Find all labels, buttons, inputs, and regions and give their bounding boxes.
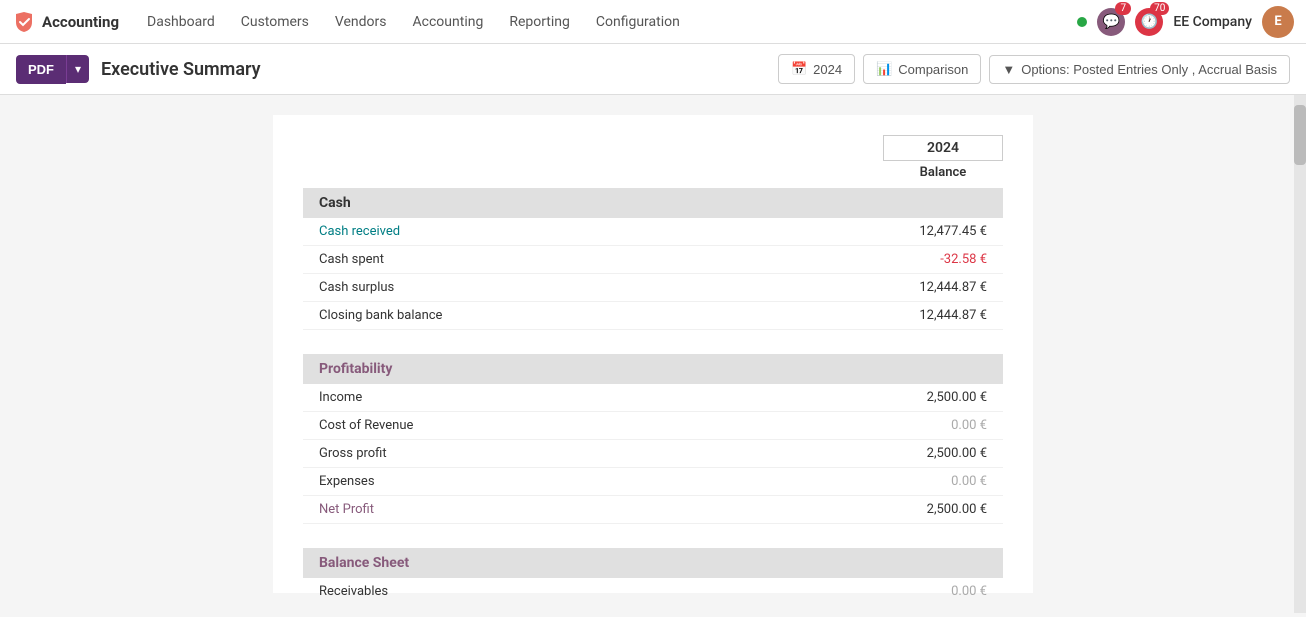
company-name: EE Company	[1173, 14, 1252, 30]
messages-icon-badge[interactable]: 💬 7	[1097, 8, 1125, 36]
navbar-right: 💬 7 🕐 70 EE Company E	[1077, 6, 1294, 38]
table-row: Cash received 12,477.45 €	[303, 218, 1003, 246]
balance-label: Balance	[883, 165, 1003, 180]
page-title: Executive Summary	[101, 59, 261, 80]
pdf-button[interactable]: PDF	[16, 55, 66, 84]
row-value-cash-received: 12,477.45 €	[867, 224, 987, 239]
options-button[interactable]: ▼ Options: Posted Entries Only , Accrual…	[989, 55, 1290, 84]
nav-item-customers[interactable]: Customers	[229, 6, 321, 38]
section-header-balance-sheet: Balance Sheet	[303, 548, 1003, 578]
row-label-net-profit[interactable]: Net Profit	[319, 502, 867, 517]
comparison-button[interactable]: 📊 Comparison	[863, 54, 981, 84]
todo-count: 70	[1150, 2, 1169, 15]
user-avatar[interactable]: E	[1262, 6, 1294, 38]
row-value-cash-spent: -32.58 €	[867, 252, 987, 267]
section-header-cash: Cash	[303, 188, 1003, 218]
options-label: Options: Posted Entries Only , Accrual B…	[1021, 62, 1277, 77]
row-value-cost-of-revenue: 0.00 €	[867, 418, 987, 433]
row-label-income: Income	[319, 390, 867, 405]
scrollbar-track[interactable]	[1294, 95, 1306, 613]
row-label-gross-profit: Gross profit	[319, 446, 867, 461]
table-row: Gross profit 2,500.00 €	[303, 440, 1003, 468]
row-value-gross-profit: 2,500.00 €	[867, 446, 987, 461]
row-label-closing-bank: Closing bank balance	[319, 308, 867, 323]
section-header-profitability: Profitability	[303, 354, 1003, 384]
comparison-label: Comparison	[898, 62, 968, 77]
table-row: Cash spent -32.58 €	[303, 246, 1003, 274]
brand[interactable]: Accounting	[12, 10, 119, 34]
year-filter-button[interactable]: 📅 2024	[778, 54, 855, 84]
row-value-expenses: 0.00 €	[867, 474, 987, 489]
table-row: Receivables 0.00 €	[303, 578, 1003, 605]
report-container: 2024 Balance Cash Cash received 12,477.4…	[0, 95, 1306, 613]
report-inner: 2024 Balance Cash Cash received 12,477.4…	[273, 115, 1033, 593]
content-area: 2024 Balance Cash Cash received 12,477.4…	[0, 95, 1306, 613]
navbar: Accounting Dashboard Customers Vendors A…	[0, 0, 1306, 44]
balance-label-row: Balance	[303, 165, 1003, 180]
row-label-receivables: Receivables	[319, 584, 867, 599]
year-filter-label: 2024	[813, 62, 842, 77]
row-label-expenses: Expenses	[319, 474, 867, 489]
brand-icon	[12, 10, 36, 34]
toolbar-controls: 📅 2024 📊 Comparison ▼ Options: Posted En…	[778, 54, 1290, 84]
scrollbar-thumb[interactable]	[1294, 105, 1306, 165]
col-header-row: 2024	[303, 135, 1003, 161]
row-label-cash-received[interactable]: Cash received	[319, 224, 867, 239]
nav-item-vendors[interactable]: Vendors	[323, 6, 399, 38]
brand-name: Accounting	[42, 13, 119, 31]
row-value-income: 2,500.00 €	[867, 390, 987, 405]
year-header: 2024	[883, 135, 1003, 161]
messages-count: 7	[1115, 2, 1131, 15]
row-value-cash-surplus: 12,444.87 €	[867, 280, 987, 295]
table-row: Income 2,500.00 €	[303, 384, 1003, 412]
row-label-cash-spent: Cash spent	[319, 252, 867, 267]
row-value-receivables: 0.00 €	[867, 584, 987, 599]
todo-icon-badge[interactable]: 🕐 70	[1135, 8, 1163, 36]
nav-item-configuration[interactable]: Configuration	[584, 6, 692, 38]
toolbar: PDF ▾ Executive Summary 📅 2024 📊 Compari…	[0, 44, 1306, 95]
table-row: Cost of Revenue 0.00 €	[303, 412, 1003, 440]
pdf-btn-group: PDF ▾	[16, 55, 89, 84]
pdf-dropdown-button[interactable]: ▾	[66, 55, 89, 83]
table-row: Cash surplus 12,444.87 €	[303, 274, 1003, 302]
row-label-cash-surplus: Cash surplus	[319, 280, 867, 295]
filter-icon: ▼	[1002, 62, 1015, 77]
nav-item-reporting[interactable]: Reporting	[497, 6, 582, 38]
row-value-closing-bank: 12,444.87 €	[867, 308, 987, 323]
nav-items: Dashboard Customers Vendors Accounting R…	[135, 6, 1077, 38]
table-row: Closing bank balance 12,444.87 €	[303, 302, 1003, 330]
nav-item-dashboard[interactable]: Dashboard	[135, 6, 227, 38]
row-value-net-profit: 2,500.00 €	[867, 502, 987, 517]
nav-item-accounting[interactable]: Accounting	[401, 6, 496, 38]
row-label-cost-of-revenue: Cost of Revenue	[319, 418, 867, 433]
table-row: Expenses 0.00 €	[303, 468, 1003, 496]
table-row: Net Profit 2,500.00 €	[303, 496, 1003, 524]
chart-icon: 📊	[876, 61, 892, 77]
calendar-icon: 📅	[791, 61, 807, 77]
status-online-dot	[1077, 17, 1087, 27]
